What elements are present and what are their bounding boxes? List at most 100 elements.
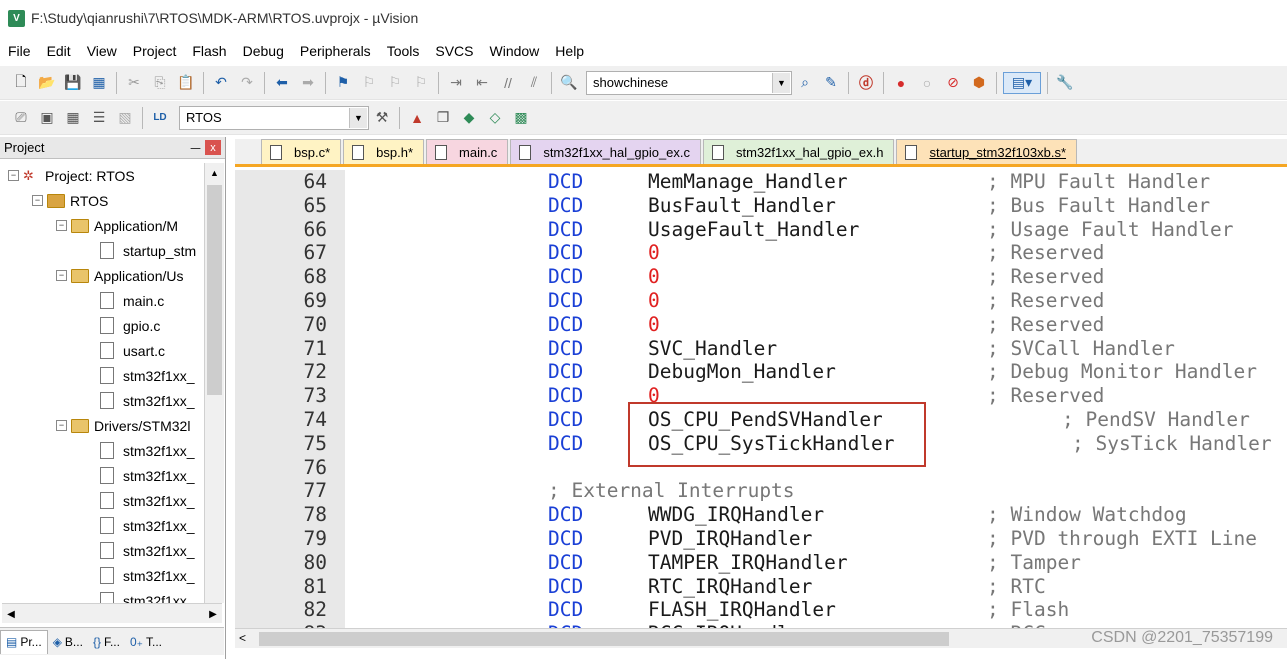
manage-project-items-icon[interactable]: ▲ <box>406 107 428 129</box>
save-icon[interactable]: 💾 <box>62 72 84 94</box>
unindent-icon[interactable]: ⇤ <box>471 72 493 94</box>
menu-help[interactable]: Help <box>547 43 592 59</box>
menu-project[interactable]: Project <box>125 43 185 59</box>
tree-item-project[interactable]: − ✲ Project: RTOS <box>8 163 135 188</box>
project-panel-tab[interactable]: ◈ B... <box>48 630 88 654</box>
clear-bookmarks-icon[interactable]: ⚐ <box>410 72 432 94</box>
comment-icon[interactable]: // <box>497 72 519 94</box>
find-replace-icon[interactable]: ✎ <box>820 72 842 94</box>
tree-item-file[interactable]: stm32f1xx_ <box>100 588 195 603</box>
menu-view[interactable]: View <box>79 43 125 59</box>
scroll-left-icon[interactable]: < <box>239 631 246 645</box>
target-combo[interactable]: RTOS ▼ <box>179 105 369 130</box>
menu-file[interactable]: File <box>0 43 39 59</box>
find-in-files-icon[interactable]: 🔍 <box>558 72 580 94</box>
menu-flash[interactable]: Flash <box>184 43 234 59</box>
scroll-left-icon[interactable]: ◀ <box>2 606 20 622</box>
editor-tab[interactable]: stm32f1xx_hal_gpio_ex.h <box>703 139 895 164</box>
rebuild-icon[interactable]: ▦ <box>62 107 84 129</box>
target-options-icon[interactable]: ⚒ <box>371 107 393 129</box>
bookmark-icon[interactable]: ⚑ <box>332 72 354 94</box>
tree-item-target[interactable]: − RTOS <box>32 188 108 213</box>
download-icon[interactable]: LD <box>149 107 171 129</box>
project-tree-hscrollbar[interactable]: ◀ ▶ <box>2 603 222 623</box>
manage-rte-icon[interactable]: ◆ <box>458 107 480 129</box>
scroll-thumb[interactable] <box>259 632 949 646</box>
editor-tab[interactable]: bsp.c* <box>261 139 342 164</box>
indent-icon[interactable]: ⇥ <box>445 72 467 94</box>
tree-item-folder[interactable]: − Application/Us <box>56 263 184 288</box>
tree-item-file[interactable]: main.c <box>100 288 164 313</box>
scroll-right-icon[interactable]: ▶ <box>204 606 222 622</box>
tree-item-file[interactable]: stm32f1xx_ <box>100 363 195 388</box>
editor-tab[interactable]: bsp.h* <box>343 139 425 164</box>
find-combo[interactable]: showchinese ▼ <box>586 70 792 95</box>
debug-session-icon[interactable]: ⓓ <box>855 72 877 94</box>
incremental-find-icon[interactable]: ⌕ <box>794 72 816 94</box>
collapse-icon[interactable]: − <box>56 220 67 231</box>
tree-item-file[interactable]: stm32f1xx_ <box>100 438 195 463</box>
close-icon[interactable]: x <box>205 140 221 155</box>
menu-edit[interactable]: Edit <box>39 43 79 59</box>
new-file-icon[interactable]: 🗋 <box>10 72 32 94</box>
build-icon[interactable]: ▣ <box>36 107 58 129</box>
chevron-down-icon[interactable]: ▼ <box>349 107 367 128</box>
scroll-up-icon[interactable]: ▲ <box>205 163 224 183</box>
collapse-icon[interactable]: − <box>8 170 19 181</box>
editor-tab[interactable]: startup_stm32f103xb.s* <box>896 139 1078 164</box>
chevron-down-icon[interactable]: ▼ <box>772 72 790 93</box>
file-extensions-icon[interactable]: ❐ <box>432 107 454 129</box>
project-panel-tab[interactable]: ▤ Pr... <box>0 629 48 654</box>
pack-installer-icon[interactable]: ▩ <box>510 107 532 129</box>
tree-item-file[interactable]: usart.c <box>100 338 165 363</box>
collapse-icon[interactable]: − <box>56 270 67 281</box>
prev-bookmark-icon[interactable]: ⚐ <box>358 72 380 94</box>
select-packs-icon[interactable]: ◇ <box>484 107 506 129</box>
tree-item-file[interactable]: stm32f1xx_ <box>100 538 195 563</box>
tree-item-file[interactable]: stm32f1xx_ <box>100 563 195 588</box>
project-tree-vscrollbar[interactable]: ▲ <box>204 163 224 603</box>
menu-window[interactable]: Window <box>482 43 548 59</box>
menu-tools[interactable]: Tools <box>379 43 428 59</box>
tree-item-file[interactable]: stm32f1xx_ <box>100 388 195 413</box>
next-bookmark-icon[interactable]: ⚐ <box>384 72 406 94</box>
copy-icon[interactable]: ⎘ <box>149 72 171 94</box>
nav-back-icon[interactable]: ⬅ <box>271 72 293 94</box>
editor-tab[interactable]: stm32f1xx_hal_gpio_ex.c <box>510 139 702 164</box>
save-all-icon[interactable]: ▦ <box>88 72 110 94</box>
editor-tab[interactable]: main.c <box>426 139 509 164</box>
uncomment-icon[interactable]: ⫽ <box>523 72 545 94</box>
stop-build-icon[interactable]: ▧ <box>114 107 136 129</box>
cut-icon[interactable]: ✂ <box>123 72 145 94</box>
disable-breakpoint-icon[interactable]: ○ <box>916 72 938 94</box>
code-editor[interactable]: 64 DCD MemManage_Handler ; MPU Fault Handle… <box>235 170 1287 628</box>
paste-icon[interactable]: 📋 <box>175 72 197 94</box>
batch-build-icon[interactable]: ☰ <box>88 107 110 129</box>
menu-peripherals[interactable]: Peripherals <box>292 43 379 59</box>
tree-item-file[interactable]: stm32f1xx_ <box>100 488 195 513</box>
breakpoint-icon[interactable]: ● <box>890 72 912 94</box>
project-panel-tab[interactable]: 0₊ T... <box>125 630 167 654</box>
project-panel-tab[interactable]: {} F... <box>88 630 125 654</box>
tree-item-file[interactable]: gpio.c <box>100 313 160 338</box>
menu-debug[interactable]: Debug <box>235 43 292 59</box>
tree-item-folder[interactable]: − Drivers/STM32l <box>56 413 190 438</box>
menu-svcs[interactable]: SVCS <box>427 43 481 59</box>
configure-icon[interactable]: 🔧 <box>1054 72 1076 94</box>
nav-forward-icon[interactable]: ➡ <box>297 72 319 94</box>
collapse-icon[interactable]: − <box>32 195 43 206</box>
pin-icon[interactable]: ᅳ <box>190 140 201 157</box>
undo-icon[interactable]: ↶ <box>210 72 232 94</box>
window-layout-icon[interactable]: ▤▾ <box>1003 71 1041 94</box>
open-file-icon[interactable]: 📂 <box>36 72 58 94</box>
scroll-thumb[interactable] <box>207 185 222 395</box>
kill-all-breakpoints-icon[interactable]: ⬢ <box>968 72 990 94</box>
tree-item-file[interactable]: startup_stm <box>100 238 196 263</box>
collapse-icon[interactable]: − <box>56 420 67 431</box>
translate-icon[interactable]: ⎚ <box>10 107 32 129</box>
tree-item-file[interactable]: stm32f1xx_ <box>100 513 195 538</box>
redo-icon[interactable]: ↷ <box>236 72 258 94</box>
tree-item-folder[interactable]: − Application/M <box>56 213 178 238</box>
tree-item-file[interactable]: stm32f1xx_ <box>100 463 195 488</box>
disable-all-breakpoints-icon[interactable]: ⊘ <box>942 72 964 94</box>
